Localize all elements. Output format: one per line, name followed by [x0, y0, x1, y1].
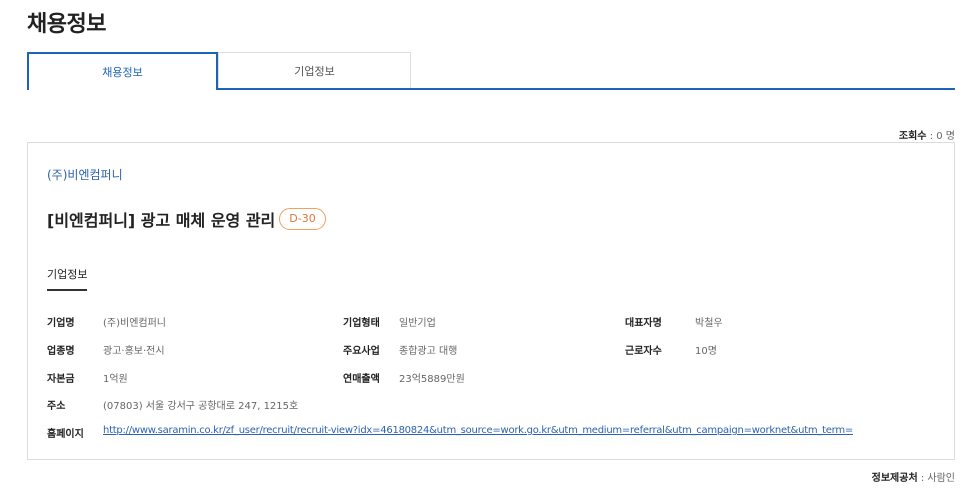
- info-source-label: 정보제공처: [871, 473, 918, 484]
- view-count: 조회수 : 0 명: [898, 131, 955, 142]
- label-address: 주소: [47, 401, 66, 412]
- value-industry: 광고·홍보·전시: [103, 346, 165, 357]
- value-address: (07803) 서울 강서구 공항대로 247, 1215호: [103, 401, 299, 412]
- view-count-label: 조회수: [898, 131, 927, 142]
- value-ceo-name: 박철우: [695, 318, 723, 329]
- tab-bar: 채용정보 기업정보: [27, 52, 955, 90]
- page-title: 채용정보: [27, 12, 106, 37]
- info-row: 홈페이지 http://www.saramin.co.kr/zf_user/re…: [47, 425, 937, 440]
- label-ceo-name: 대표자명: [625, 318, 662, 329]
- info-source: 정보제공처 : 사람인: [871, 473, 955, 484]
- value-annual-sales: 23억5889만원: [399, 374, 465, 385]
- label-employee-count: 근로자수: [625, 346, 662, 357]
- info-source-value: 사람인: [927, 473, 955, 484]
- company-name-link[interactable]: (주)비엔컴퍼니: [47, 166, 123, 183]
- job-title-text: [비엔컴퍼니] 광고 매체 운영 관리: [47, 211, 276, 230]
- label-main-business: 주요사업: [343, 346, 380, 357]
- tab-company-info[interactable]: 기업정보: [218, 52, 411, 88]
- tab-job-info[interactable]: 채용정보: [27, 52, 218, 90]
- value-employee-count: 10명: [695, 346, 717, 357]
- label-capital: 자본금: [47, 374, 75, 385]
- value-main-business: 종합광고 대행: [399, 346, 458, 357]
- value-capital: 1억원: [103, 374, 128, 385]
- label-company-type: 기업형태: [343, 318, 380, 329]
- job-title: [비엔컴퍼니] 광고 매체 운영 관리 D-30: [47, 207, 326, 231]
- label-annual-sales: 연매출액: [343, 374, 380, 385]
- label-industry: 업종명: [47, 346, 75, 357]
- value-company-type: 일반기업: [399, 318, 436, 329]
- value-company-name: (주)비엔컴퍼니: [103, 318, 167, 329]
- tab-baseline: [217, 88, 955, 90]
- label-homepage: 홈페이지: [47, 429, 84, 440]
- label-company-name: 기업명: [47, 318, 75, 329]
- job-card: (주)비엔컴퍼니 [비엔컴퍼니] 광고 매체 운영 관리 D-30 기업정보 기…: [27, 142, 955, 460]
- dday-badge: D-30: [279, 208, 326, 230]
- view-count-value: 0 명: [936, 131, 955, 142]
- company-info-section-title: 기업정보: [47, 266, 88, 291]
- homepage-link[interactable]: http://www.saramin.co.kr/zf_user/recruit…: [103, 425, 853, 436]
